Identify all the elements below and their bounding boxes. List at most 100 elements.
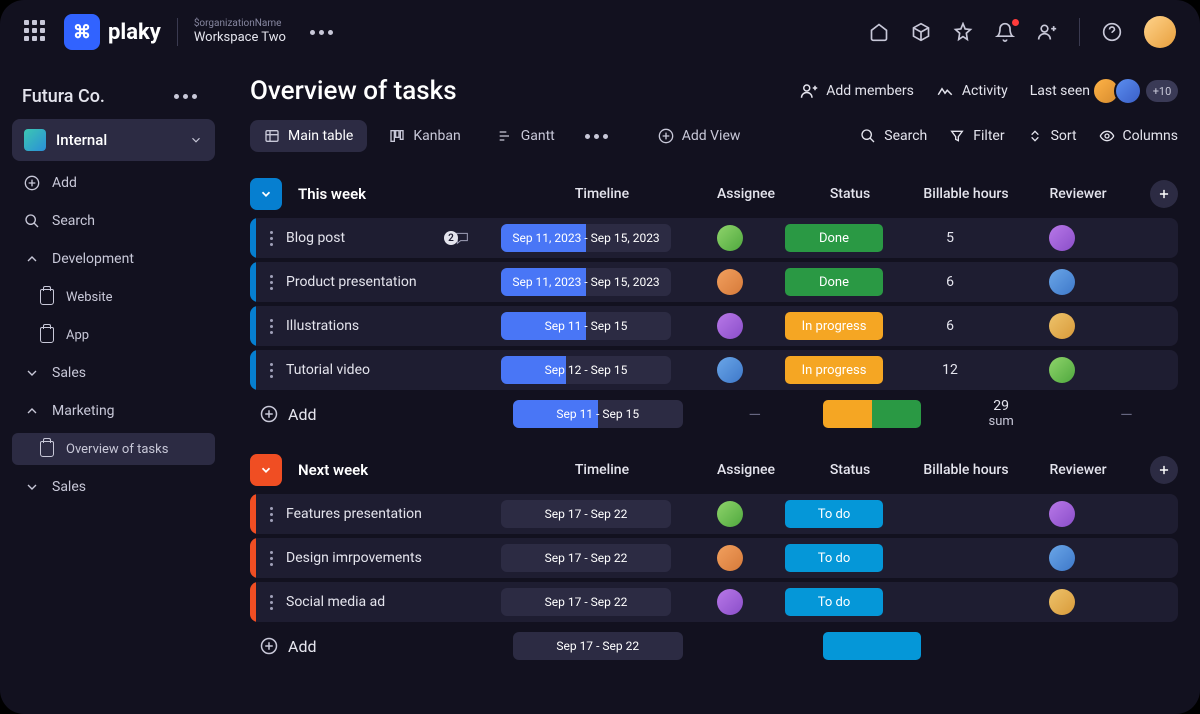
task-row[interactable]: Tutorial video Sep 12-Sep 15 In progress… [250,350,1178,390]
task-status[interactable]: Done [778,268,890,296]
row-menu-icon[interactable] [256,273,286,291]
sidebar-item-app[interactable]: App [12,319,215,351]
task-assignee[interactable] [682,545,778,571]
task-status[interactable]: Done [778,224,890,252]
workspace-selector[interactable]: $organizationName Workspace Two [194,18,286,46]
task-timeline[interactable]: Sep 11, 2023-Sep 15, 2023 [490,268,682,296]
search-button[interactable]: Search [860,128,927,144]
col-reviewer[interactable]: Reviewer [1026,462,1130,478]
task-assignee[interactable] [682,269,778,295]
group-toggle[interactable] [250,178,282,210]
sort-button[interactable]: Sort [1027,128,1077,144]
col-status[interactable]: Status [794,186,906,202]
task-row[interactable]: Illustrations Sep 11-Sep 15 In progress … [250,306,1178,346]
col-status[interactable]: Status [794,462,906,478]
task-status[interactable]: To do [778,588,890,616]
task-name[interactable]: Social media ad [286,594,490,610]
sidebar-section-sales[interactable]: Sales [12,357,215,389]
add-column-button[interactable] [1150,456,1178,484]
task-timeline[interactable]: Sep 17-Sep 22 [490,544,682,572]
task-name[interactable]: Tutorial video [286,362,490,378]
task-timeline[interactable]: Sep 17-Sep 22 [490,500,682,528]
row-menu-icon[interactable] [256,549,286,567]
task-status[interactable]: To do [778,500,890,528]
col-assignee[interactable]: Assignee [698,462,794,478]
task-row[interactable]: Blog post2 Sep 11, 2023-Sep 15, 2023 Don… [250,218,1178,258]
col-hours[interactable]: Billable hours [906,186,1026,202]
task-assignee[interactable] [682,313,778,339]
seen-more-badge[interactable]: +10 [1146,80,1178,102]
task-reviewer[interactable] [1010,225,1114,251]
invite-icon[interactable] [1037,22,1057,42]
sidebar-section-sales-2[interactable]: Sales [12,471,215,503]
task-name[interactable]: Blog post2 [286,230,490,246]
sidebar-item-overview-of-tasks[interactable]: Overview of tasks [12,433,215,465]
task-row[interactable]: Design imrpovements Sep 17-Sep 22 To do [250,538,1178,578]
logo[interactable]: ⌘ plaky [64,14,161,50]
task-status[interactable]: In progress [778,356,890,384]
task-status[interactable]: In progress [778,312,890,340]
row-menu-icon[interactable] [256,505,286,523]
box-icon[interactable] [911,22,931,42]
group-toggle[interactable] [250,454,282,486]
task-reviewer[interactable] [1010,357,1114,383]
task-name[interactable]: Illustrations [286,318,490,334]
task-assignee[interactable] [682,225,778,251]
add-members-button[interactable]: Add members [800,82,914,100]
col-assignee[interactable]: Assignee [698,186,794,202]
task-reviewer[interactable] [1010,589,1114,615]
user-avatar[interactable] [1144,16,1176,48]
sidebar-section-marketing[interactable]: Marketing [12,395,215,427]
tab-kanban[interactable]: Kanban [375,120,474,152]
task-hours[interactable]: 6 [890,274,1010,290]
task-timeline[interactable]: Sep 11-Sep 15 [490,312,682,340]
help-icon[interactable] [1102,22,1122,42]
tabs-more-icon[interactable] [577,126,616,147]
avatar-stack[interactable]: +10 [1098,77,1178,105]
col-timeline[interactable]: Timeline [506,186,698,202]
row-menu-icon[interactable] [256,229,286,247]
activity-button[interactable]: Activity [936,82,1008,100]
task-assignee[interactable] [682,589,778,615]
row-menu-icon[interactable] [256,361,286,379]
apps-icon[interactable] [24,20,48,44]
filter-button[interactable]: Filter [949,128,1004,144]
sidebar-more-icon[interactable] [166,86,205,107]
task-hours[interactable]: 6 [890,318,1010,334]
task-timeline[interactable]: Sep 17-Sep 22 [490,588,682,616]
col-timeline[interactable]: Timeline [506,462,698,478]
row-menu-icon[interactable] [256,317,286,335]
task-assignee[interactable] [682,357,778,383]
workspace-dropdown[interactable]: Internal [12,119,215,161]
add-view-button[interactable]: Add View [644,120,755,152]
row-menu-icon[interactable] [256,593,286,611]
task-row[interactable]: Product presentation Sep 11, 2023-Sep 15… [250,262,1178,302]
columns-button[interactable]: Columns [1099,128,1178,144]
more-icon[interactable] [302,22,341,43]
tab-main-table[interactable]: Main table [250,120,367,152]
task-reviewer[interactable] [1010,269,1114,295]
sidebar-search[interactable]: Search [12,205,215,237]
sidebar-section-development[interactable]: Development [12,243,215,275]
bell-icon[interactable] [995,22,1015,42]
tab-gantt[interactable]: Gantt [483,120,569,152]
sidebar-item-website[interactable]: Website [12,281,215,313]
add-task-button[interactable]: Add [250,637,488,656]
task-hours[interactable]: 12 [890,362,1010,378]
task-timeline[interactable]: Sep 11, 2023-Sep 15, 2023 [490,224,682,252]
task-hours[interactable]: 5 [890,230,1010,246]
task-row[interactable]: Social media ad Sep 17-Sep 22 To do [250,582,1178,622]
home-icon[interactable] [869,22,889,42]
task-row[interactable]: Features presentation Sep 17-Sep 22 To d… [250,494,1178,534]
task-reviewer[interactable] [1010,501,1114,527]
task-name[interactable]: Features presentation [286,506,490,522]
group-name[interactable]: Next week [298,461,490,479]
group-name[interactable]: This week [298,185,490,203]
task-name[interactable]: Design imrpovements [286,550,490,566]
col-hours[interactable]: Billable hours [906,462,1026,478]
comment-indicator[interactable]: 2 [444,230,470,246]
col-reviewer[interactable]: Reviewer [1026,186,1130,202]
task-reviewer[interactable] [1010,545,1114,571]
task-timeline[interactable]: Sep 12-Sep 15 [490,356,682,384]
task-reviewer[interactable] [1010,313,1114,339]
